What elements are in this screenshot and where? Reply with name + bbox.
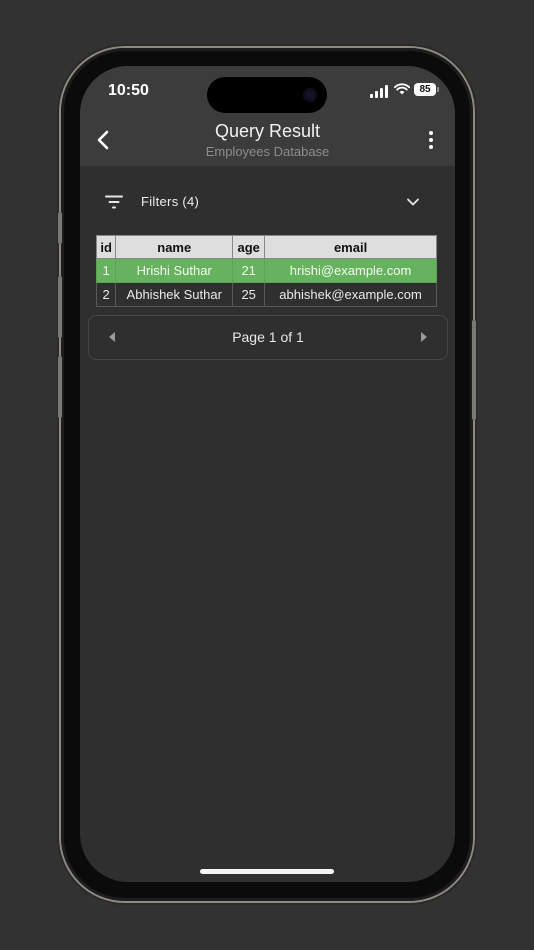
result-table: id name age email 1 Hrishi Suthar 21 hri… [95,235,437,307]
action-button [58,212,62,244]
volume-up-button [58,276,62,338]
more-vertical-icon[interactable] [423,128,439,152]
status-time: 10:50 [108,82,149,99]
cell-email: hrishi@example.com [264,258,437,283]
volume-down-button [58,356,62,418]
chevron-down-icon[interactable] [405,194,421,210]
power-button [472,320,476,420]
pagination-bar: Page 1 of 1 [88,315,448,360]
filters-label: Filters (4) [141,194,200,209]
cell-name: Abhishek Suthar [115,282,234,307]
page-subtitle: Employees Database [205,144,330,159]
phone-screen: 10:50 85 Query Result Employees Database… [80,66,455,882]
cell-id: 1 [95,258,117,283]
arrow-right-icon[interactable] [419,331,429,343]
page-title: Query Result [214,121,321,141]
home-indicator[interactable] [200,869,334,874]
table-header-row: id name age email [95,235,437,259]
cell-name: Hrishi Suthar [115,258,234,283]
cell-email: abhishek@example.com [264,282,437,307]
table-row[interactable]: 2 Abhishek Suthar 25 abhishek@example.co… [95,282,437,307]
cell-id: 2 [95,282,117,307]
battery-nub [437,87,439,92]
filters-toggle[interactable]: Filters (4) [98,184,438,220]
dynamic-island [207,77,327,113]
battery-icon: 85 [414,83,436,96]
column-header-id[interactable]: id [95,235,117,259]
column-header-name[interactable]: name [115,235,234,259]
cell-age: 25 [232,282,266,307]
page-indicator: Page 1 of 1 [232,329,304,345]
table-row[interactable]: 1 Hrishi Suthar 21 hrishi@example.com [95,258,437,283]
app-header: 10:50 85 Query Result Employees Database [80,66,455,166]
wifi-icon [394,83,410,95]
filter-icon [105,195,123,209]
column-header-email[interactable]: email [264,235,437,259]
cell-age: 21 [232,258,266,283]
cellular-signal-icon [370,84,390,98]
camera-icon [303,88,317,102]
column-header-age[interactable]: age [232,235,266,259]
